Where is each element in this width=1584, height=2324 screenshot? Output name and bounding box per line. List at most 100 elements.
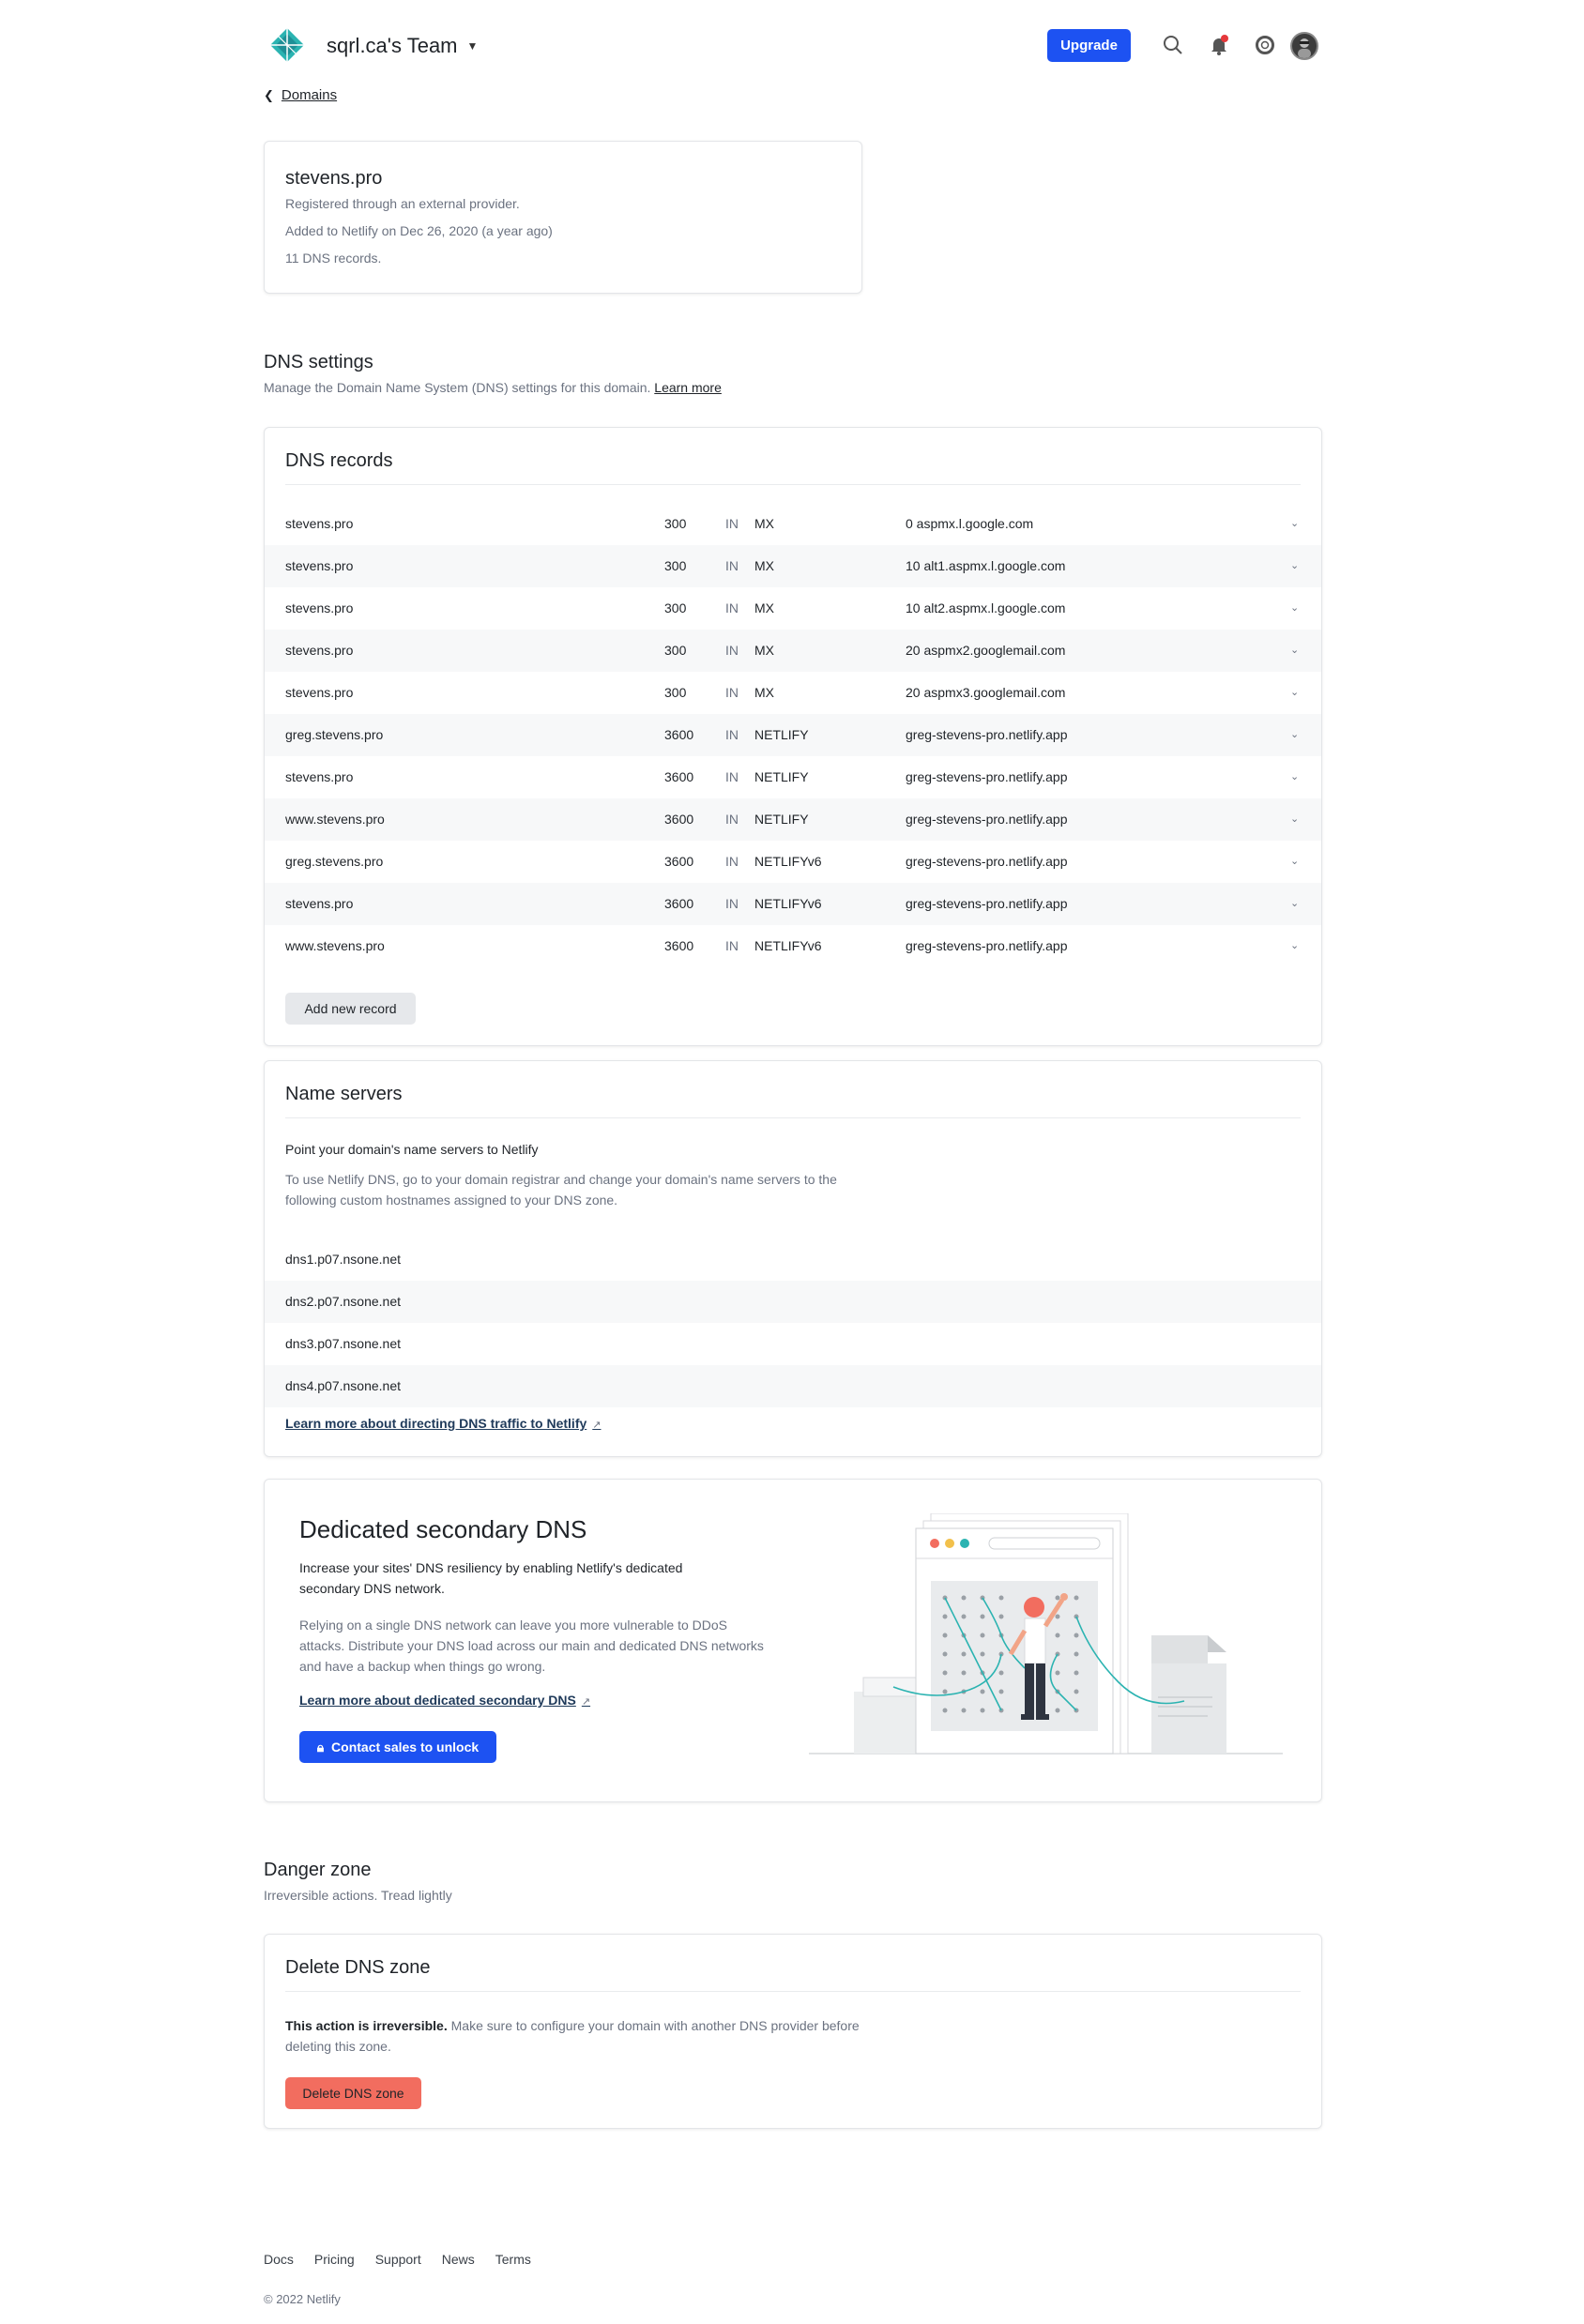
record-name: stevens.pro <box>285 516 354 531</box>
footer-link-terms[interactable]: Terms <box>495 2252 531 2267</box>
record-name: www.stevens.pro <box>285 938 385 953</box>
netlify-logo-icon[interactable] <box>268 26 306 64</box>
name-server-hostname: dns2.p07.nsone.net <box>285 1294 401 1309</box>
name-server-hostname: dns4.p07.nsone.net <box>285 1378 401 1393</box>
record-name: stevens.pro <box>285 600 354 615</box>
record-type: MX <box>754 516 774 531</box>
footer-link-support[interactable]: Support <box>375 2252 421 2267</box>
dns-settings-subtitle: Manage the Domain Name System (DNS) sett… <box>264 380 722 395</box>
added-date: Added to Netlify on Dec 26, 2020 (a year… <box>285 223 553 238</box>
record-ttl: 300 <box>664 558 687 573</box>
dns-traffic-link[interactable]: Learn more about directing DNS traffic t… <box>285 1416 601 1431</box>
chevron-down-icon[interactable]: ⌄ <box>1290 601 1299 614</box>
user-avatar[interactable] <box>1290 32 1318 60</box>
footer-links: Docs Pricing Support News Terms <box>264 2252 531 2267</box>
dns-record-row[interactable]: stevens.pro 3600 IN NETLIFYv6 greg-stevens-p… <box>265 883 1321 925</box>
chevron-down-icon[interactable]: ⌄ <box>1290 770 1299 782</box>
footer-link-pricing[interactable]: Pricing <box>314 2252 355 2267</box>
record-name: stevens.pro <box>285 643 354 658</box>
name-servers-heading: Point your domain's name servers to Netl… <box>285 1142 539 1157</box>
record-type: NETLIFYv6 <box>754 896 822 911</box>
footer-link-docs[interactable]: Docs <box>264 2252 294 2267</box>
chevron-down-icon[interactable]: ⌄ <box>1290 686 1299 698</box>
record-type: NETLIFYv6 <box>754 854 822 869</box>
chevron-down-icon[interactable]: ⌄ <box>1290 897 1299 909</box>
team-name: sqrl.ca's Team <box>327 34 458 57</box>
record-value: 20 aspmx3.googlemail.com <box>906 685 1066 700</box>
add-new-record-button[interactable]: Add new record <box>285 993 416 1025</box>
learn-more-link[interactable]: Learn more <box>654 380 722 395</box>
record-class: IN <box>725 769 739 784</box>
record-name: stevens.pro <box>285 896 354 911</box>
chevron-down-icon[interactable]: ⌄ <box>1290 855 1299 867</box>
record-class: IN <box>725 727 739 742</box>
record-class: IN <box>725 643 739 658</box>
record-name: stevens.pro <box>285 769 354 784</box>
chevron-down-icon[interactable]: ⌄ <box>1290 644 1299 656</box>
search-icon[interactable] <box>1160 32 1186 58</box>
dns-record-row[interactable]: stevens.pro 300 IN MX 10 alt1.aspmx.l.google… <box>265 545 1321 587</box>
secondary-dns-description: Relying on a single DNS network can leav… <box>299 1618 764 1674</box>
record-type: MX <box>754 600 774 615</box>
help-lifebuoy-icon[interactable] <box>1252 32 1278 58</box>
dns-record-row[interactable]: stevens.pro 300 IN MX 20 aspmx2.googlemail.c… <box>265 630 1321 672</box>
contact-sales-label: Contact sales to unlock <box>331 1739 480 1754</box>
footer-link-news[interactable]: News <box>442 2252 475 2267</box>
domain-name: stevens.pro <box>285 168 383 189</box>
record-value: greg-stevens-pro.netlify.app <box>906 938 1068 953</box>
record-type: MX <box>754 643 774 658</box>
dns-records-title: DNS records <box>285 450 393 471</box>
record-name: www.stevens.pro <box>285 812 385 827</box>
record-type: MX <box>754 685 774 700</box>
record-type: NETLIFY <box>754 727 809 742</box>
name-server-hostname: dns1.p07.nsone.net <box>285 1252 401 1267</box>
delete-dns-zone-button[interactable]: Delete DNS zone <box>285 2077 421 2109</box>
dns-record-row[interactable]: stevens.pro 3600 IN NETLIFY greg-stevens-pro… <box>265 756 1321 798</box>
chevron-down-icon[interactable]: ⌄ <box>1290 559 1299 571</box>
record-value: greg-stevens-pro.netlify.app <box>906 896 1068 911</box>
name-servers-description: To use Netlify DNS, go to your domain re… <box>285 1172 837 1208</box>
dns-record-row[interactable]: stevens.pro 300 IN MX 10 alt2.aspmx.l.google… <box>265 587 1321 630</box>
chevron-down-icon[interactable]: ⌄ <box>1290 728 1299 740</box>
record-ttl: 3600 <box>664 896 694 911</box>
record-value: 10 alt1.aspmx.l.google.com <box>906 558 1066 573</box>
records-count: 11 DNS records. <box>285 251 382 266</box>
record-value: greg-stevens-pro.netlify.app <box>906 727 1068 742</box>
chevron-down-icon[interactable]: ⌄ <box>1290 813 1299 825</box>
domains-back-link[interactable]: Domains <box>282 87 337 103</box>
upgrade-button[interactable]: Upgrade <box>1047 29 1131 62</box>
secondary-dns-lead: Increase your sites' DNS resiliency by e… <box>299 1560 683 1596</box>
dns-record-row[interactable]: greg.stevens.pro 3600 IN NETLIFY greg-steven… <box>265 714 1321 756</box>
secondary-dns-link[interactable]: Learn more about dedicated secondary DNS… <box>299 1693 590 1708</box>
record-class: IN <box>725 685 739 700</box>
dns-record-row[interactable]: stevens.pro 300 IN MX 0 aspmx.l.google.com ⌄ <box>265 503 1321 545</box>
name-server-row: dns4.p07.nsone.net <box>265 1365 1321 1407</box>
record-name: stevens.pro <box>285 685 354 700</box>
breadcrumb: ❮ Domains <box>264 87 337 103</box>
notifications-bell-icon[interactable] <box>1206 32 1232 58</box>
chevron-down-icon[interactable]: ⌄ <box>1290 517 1299 529</box>
record-ttl: 3600 <box>664 854 694 869</box>
registration-info: Registered through an external provider. <box>285 196 520 211</box>
record-type: NETLIFY <box>754 769 809 784</box>
dns-record-row[interactable]: stevens.pro 300 IN MX 20 aspmx3.googlemail.c… <box>265 672 1321 714</box>
record-class: IN <box>725 600 739 615</box>
record-name: greg.stevens.pro <box>285 727 384 742</box>
record-ttl: 300 <box>664 600 687 615</box>
record-value: greg-stevens-pro.netlify.app <box>906 769 1068 784</box>
danger-zone-title: Danger zone <box>264 1860 372 1880</box>
record-class: IN <box>725 516 739 531</box>
contact-sales-button[interactable]: 🔒︎ Contact sales to unlock <box>299 1731 496 1763</box>
team-switcher[interactable]: sqrl.ca's Team ▼ <box>327 34 478 58</box>
record-value: greg-stevens-pro.netlify.app <box>906 812 1068 827</box>
dns-record-row[interactable]: www.stevens.pro 3600 IN NETLIFYv6 greg-steve… <box>265 925 1321 967</box>
record-type: NETLIFY <box>754 812 809 827</box>
record-name: stevens.pro <box>285 558 354 573</box>
lock-icon: 🔒︎ <box>316 1739 325 1754</box>
chevron-down-icon[interactable]: ⌄ <box>1290 939 1299 951</box>
dns-record-row[interactable]: www.stevens.pro 3600 IN NETLIFY greg-stevens… <box>265 798 1321 841</box>
dns-record-row[interactable]: greg.stevens.pro 3600 IN NETLIFYv6 greg-stev… <box>265 841 1321 883</box>
danger-zone-subtitle: Irreversible actions. Tread lightly <box>264 1888 452 1903</box>
record-value: 0 aspmx.l.google.com <box>906 516 1034 531</box>
copyright: © 2022 Netlify <box>264 2292 341 2306</box>
